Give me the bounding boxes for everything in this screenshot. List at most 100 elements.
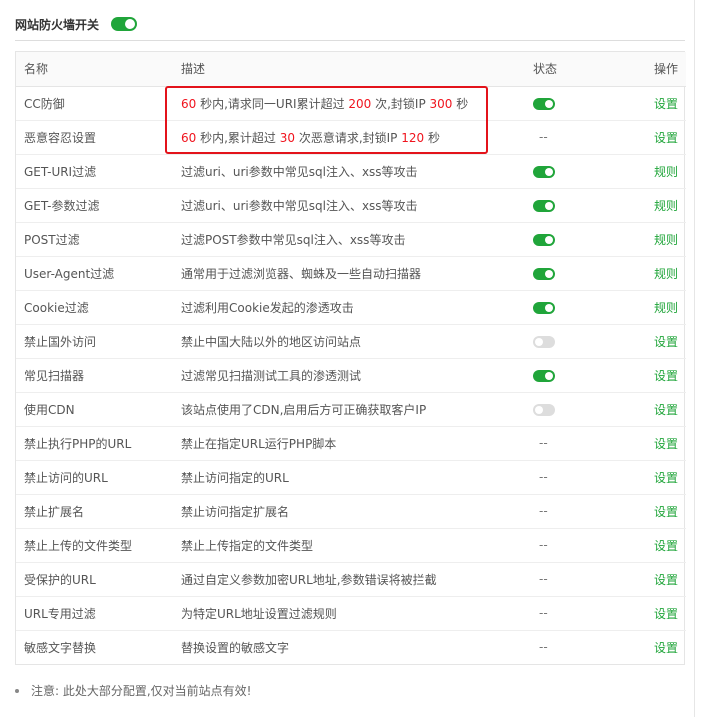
rule-description-text: 过滤uri、uri参数中常见sql注入、xss等攻击	[181, 164, 418, 179]
rule-value: 30	[279, 130, 296, 145]
settings-link[interactable]: 设置	[654, 573, 678, 587]
settings-link[interactable]: 设置	[654, 607, 678, 621]
rule-name: GET-URI过滤	[16, 154, 173, 189]
rule-action-cell: 设置	[616, 426, 686, 461]
firewall-switch-label: 网站防火墙开关	[15, 17, 100, 32]
rule-action-cell: 设置	[616, 120, 686, 155]
rule-action-cell: 设置	[616, 86, 686, 121]
settings-link[interactable]: 设置	[654, 437, 678, 451]
table-row: GET-参数过滤 过滤uri、uri参数中常见sql注入、xss等攻击 规则	[16, 188, 686, 223]
table-row: 受保护的URL 通过自定义参数加密URL地址,参数错误将被拦截 -- 设置	[16, 562, 686, 597]
rules-link[interactable]: 规则	[654, 165, 678, 179]
rule-description: 禁止访问指定的URL	[173, 460, 525, 495]
rules-link[interactable]: 规则	[654, 301, 678, 315]
rule-action-cell: 规则	[616, 290, 686, 325]
rule-description: 替换设置的敏感文字	[173, 630, 525, 664]
rule-status	[525, 256, 616, 291]
rule-description-text: 禁止访问指定的URL	[181, 470, 289, 485]
rule-value: 60	[181, 130, 197, 145]
status-none: --	[539, 572, 548, 586]
rule-action-cell: 设置	[616, 460, 686, 495]
status-toggle[interactable]	[533, 403, 555, 416]
status-toggle[interactable]	[533, 369, 555, 382]
rules-link[interactable]: 规则	[654, 233, 678, 247]
rule-action-cell: 设置	[616, 562, 686, 597]
rule-description: 60 秒内,请求同一URI累计超过 200 次,封锁IP 300 秒	[173, 86, 525, 121]
settings-link[interactable]: 设置	[654, 505, 678, 519]
status-none: --	[539, 130, 548, 144]
status-none: --	[539, 606, 548, 620]
rule-name: POST过滤	[16, 222, 173, 257]
rules-link[interactable]: 规则	[654, 267, 678, 281]
rule-description-text: 过滤POST参数中常见sql注入、xss等攻击	[181, 232, 406, 247]
rule-status: --	[525, 596, 616, 631]
rule-name: URL专用过滤	[16, 596, 173, 631]
rule-name: 常见扫描器	[16, 358, 173, 393]
status-toggle[interactable]	[533, 165, 555, 178]
rule-action-cell: 规则	[616, 154, 686, 189]
rule-description-text: 禁止访问指定扩展名	[181, 504, 290, 519]
rule-status	[525, 358, 616, 393]
rule-description: 禁止中国大陆以外的地区访问站点	[173, 324, 525, 359]
status-toggle[interactable]	[533, 199, 555, 212]
rule-description-text: 禁止中国大陆以外的地区访问站点	[181, 334, 362, 349]
rule-name: User-Agent过滤	[16, 256, 173, 291]
table-row: URL专用过滤 为特定URL地址设置过滤规则 -- 设置	[16, 596, 686, 631]
column-header-action: 操作	[616, 52, 686, 87]
rule-action-cell: 设置	[616, 392, 686, 427]
settings-link[interactable]: 设置	[654, 131, 678, 145]
rule-status: --	[525, 494, 616, 529]
rule-name: 禁止执行PHP的URL	[16, 426, 173, 461]
firewall-master-toggle[interactable]	[111, 17, 138, 31]
settings-link[interactable]: 设置	[654, 641, 678, 655]
rule-action-cell: 设置	[616, 528, 686, 563]
table-row: 恶意容忍设置 60 秒内,累计超过 30 次恶意请求,封锁IP 120 秒 -- 设置	[16, 120, 686, 155]
settings-link[interactable]: 设置	[654, 403, 678, 417]
status-toggle[interactable]	[533, 97, 555, 110]
table-row: 敏感文字替换 替换设置的敏感文字 -- 设置	[16, 630, 686, 664]
note-text: 注意: 此处大部分配置,仅对当前站点有效!	[31, 684, 252, 698]
settings-link[interactable]: 设置	[654, 369, 678, 383]
rule-description-text: 次恶意请求,封锁IP	[295, 130, 402, 145]
table-row: 禁止访问的URL 禁止访问指定的URL -- 设置	[16, 460, 686, 495]
table-header-row: 名称 描述 状态 操作	[16, 52, 686, 87]
rule-name: GET-参数过滤	[16, 188, 173, 223]
settings-link[interactable]: 设置	[654, 97, 678, 111]
column-header-description: 描述	[173, 52, 525, 87]
rule-description-text: 次,封锁IP	[371, 96, 430, 111]
rule-description-text: 通常用于过滤浏览器、蜘蛛及一些自动扫描器	[181, 266, 422, 281]
rule-name: 禁止上传的文件类型	[16, 528, 173, 563]
rule-description-text: 秒内,请求同一URI累计超过	[196, 96, 349, 111]
rule-name: Cookie过滤	[16, 290, 173, 325]
rule-description-text: 为特定URL地址设置过滤规则	[181, 606, 337, 621]
settings-link[interactable]: 设置	[654, 335, 678, 349]
column-header-status: 状态	[525, 52, 616, 87]
panel-edge	[694, 0, 695, 717]
rule-description-text: 过滤uri、uri参数中常见sql注入、xss等攻击	[181, 198, 418, 213]
rule-name: 恶意容忍设置	[16, 120, 173, 155]
rule-description: 通过自定义参数加密URL地址,参数错误将被拦截	[173, 562, 525, 597]
rule-action-cell: 规则	[616, 256, 686, 291]
rule-description-text: 替换设置的敏感文字	[181, 640, 290, 655]
status-toggle[interactable]	[533, 335, 555, 348]
table-row: 使用CDN 该站点使用了CDN,启用后方可正确获取客户IP 设置	[16, 392, 686, 427]
settings-link[interactable]: 设置	[654, 539, 678, 553]
table-row: User-Agent过滤 通常用于过滤浏览器、蜘蛛及一些自动扫描器 规则	[16, 256, 686, 291]
rule-status	[525, 324, 616, 359]
rule-status: --	[525, 630, 616, 664]
table-row: CC防御 60 秒内,请求同一URI累计超过 200 次,封锁IP 300 秒设置	[16, 86, 686, 121]
table-row: POST过滤 过滤POST参数中常见sql注入、xss等攻击 规则	[16, 222, 686, 257]
rule-description: 通常用于过滤浏览器、蜘蛛及一些自动扫描器	[173, 256, 525, 291]
rule-action-cell: 设置	[616, 324, 686, 359]
rules-link[interactable]: 规则	[654, 199, 678, 213]
status-toggle[interactable]	[533, 233, 555, 246]
table-row: 禁止执行PHP的URL 禁止在指定URL运行PHP脚本 -- 设置	[16, 426, 686, 461]
rule-status: --	[525, 120, 616, 155]
rule-action-cell: 规则	[616, 188, 686, 223]
status-toggle[interactable]	[533, 301, 555, 314]
table-row: 禁止国外访问 禁止中国大陆以外的地区访问站点 设置	[16, 324, 686, 359]
rule-action-cell: 设置	[616, 630, 686, 664]
status-toggle[interactable]	[533, 267, 555, 280]
settings-link[interactable]: 设置	[654, 471, 678, 485]
table-row: Cookie过滤 过滤利用Cookie发起的渗透攻击 规则	[16, 290, 686, 325]
